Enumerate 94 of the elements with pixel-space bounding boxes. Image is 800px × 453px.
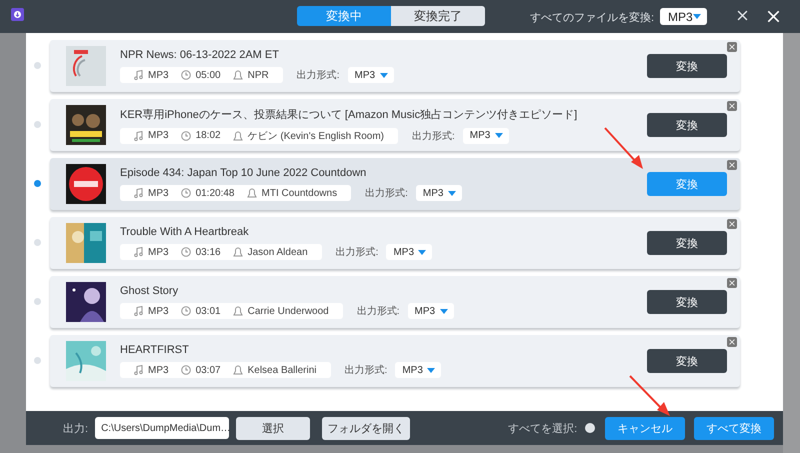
artist-text: ケビン (Kevin's English Room) — [248, 130, 384, 142]
remove-button[interactable] — [727, 160, 737, 170]
track-title: Trouble With A Heartbreak — [120, 226, 250, 238]
output-format-dropdown[interactable]: MP3 — [395, 362, 442, 378]
caret-icon — [494, 133, 503, 138]
convert-all-label: すべてのファイルを変換: — [530, 10, 654, 25]
duration-text: 03:07 — [196, 364, 221, 376]
close-icon — [729, 44, 735, 50]
caret-icon — [380, 72, 388, 78]
convert-button[interactable]: 変換 — [647, 54, 727, 78]
convert-button[interactable]: 変換 — [647, 290, 727, 314]
close-icon — [729, 221, 735, 227]
caret-icon — [418, 250, 426, 254]
remove-button[interactable] — [727, 101, 737, 111]
format-text: MP3 — [148, 130, 169, 141]
remove-button[interactable] — [727, 337, 737, 347]
convert-button[interactable]: 変換 — [647, 113, 727, 137]
output-path-field[interactable]: C:\Users\DumpMedia\Dum… — [95, 417, 230, 439]
remove-button[interactable] — [727, 278, 737, 288]
convert-button[interactable]: 変換 — [647, 231, 727, 255]
close-icon — [729, 339, 735, 345]
track-title: HEARTFIRST — [120, 344, 190, 356]
output-format-label: 出力形式: — [344, 364, 388, 377]
music-note-icon — [134, 365, 143, 375]
music-note-icon — [134, 188, 143, 198]
artist-text: MTI Countdowns — [262, 188, 338, 198]
person-icon — [232, 130, 243, 140]
format-text: MP3 — [148, 70, 169, 80]
music-note-icon — [134, 306, 143, 316]
output-format-label: 出力形式: — [412, 130, 455, 142]
convert-button[interactable]: 変換 — [647, 349, 727, 373]
caret-icon — [427, 368, 436, 372]
format-text: MP3 — [148, 364, 169, 376]
music-note-icon — [134, 130, 143, 140]
duration-text: 01:20:48 — [196, 188, 234, 198]
person-icon — [232, 306, 243, 316]
format-text: MP3 — [148, 306, 169, 316]
output-format-dropdown[interactable]: MP3 — [416, 185, 462, 201]
artist-text: Jason Aldean — [248, 246, 308, 258]
output-label: 出力: — [63, 422, 88, 436]
select-all-radio[interactable] — [585, 423, 596, 433]
select-all-label: すべてを選択: — [508, 422, 578, 436]
clock-icon — [180, 188, 191, 198]
duration-text: 05:00 — [196, 70, 221, 80]
close-icon — [737, 10, 748, 21]
annotation-arrow — [628, 374, 672, 418]
format-text: MP3 — [148, 246, 169, 258]
artist-text: NPR — [248, 70, 269, 80]
app-logo-icon — [11, 8, 24, 21]
output-format-dropdown[interactable]: MP3 — [462, 128, 509, 144]
format-dropdown[interactable]: MP3 — [660, 8, 707, 25]
annotation-arrow — [603, 126, 645, 171]
person-icon — [232, 247, 243, 257]
person-icon — [232, 365, 243, 375]
open-folder-button[interactable]: フォルダを開く — [322, 416, 410, 440]
close-icon — [729, 103, 735, 109]
close-button[interactable] — [765, 8, 782, 25]
track-title: Ghost Story — [120, 285, 180, 297]
clock-icon — [180, 70, 191, 80]
music-note-icon — [134, 247, 143, 257]
close-icon — [729, 162, 735, 168]
close-icon — [767, 10, 780, 23]
output-format-dropdown[interactable]: MP3 — [408, 303, 454, 319]
remove-button[interactable] — [727, 219, 737, 229]
artist-text: Carrie Underwood — [248, 306, 329, 316]
output-format-label: 出力形式: — [365, 186, 408, 200]
duration-text: 03:16 — [196, 246, 221, 258]
caret-icon — [440, 308, 448, 314]
artist-text: Kelsea Ballerini — [248, 364, 317, 376]
close-icon — [729, 280, 735, 286]
tab[interactable]: 変換完了 — [391, 6, 485, 26]
clock-icon — [180, 306, 191, 316]
remove-button[interactable] — [727, 42, 737, 52]
output-format-label: 出力形式: — [356, 304, 400, 318]
duration-text: 18:02 — [196, 130, 221, 141]
duration-text: 03:01 — [196, 306, 221, 316]
person-icon — [232, 70, 243, 80]
track-title: NPR News: 06-13-2022 2AM ET — [120, 49, 280, 61]
caret-icon — [448, 190, 456, 196]
format-text: MP3 — [148, 188, 169, 198]
choose-button[interactable]: 選択 — [236, 416, 310, 440]
person-icon — [246, 188, 256, 198]
output-format-label: 出力形式: — [336, 246, 378, 259]
clock-icon — [180, 247, 191, 257]
clock-icon — [180, 130, 191, 140]
output-format-dropdown[interactable]: MP3 — [386, 244, 432, 260]
clock-icon — [180, 365, 191, 375]
music-note-icon — [134, 70, 143, 80]
minimize-close-button[interactable] — [735, 8, 750, 23]
track-title: KER専用iPhoneのケース、投票結果について [Amazon Music独占コンテンツ付きエピソード] — [120, 108, 578, 122]
output-format-dropdown[interactable]: MP3 — [348, 67, 394, 83]
output-format-label: 出力形式: — [296, 68, 340, 82]
caret-icon — [693, 14, 701, 19]
track-title: Episode 434: Japan Top 10 June 2022 Countdown — [120, 167, 368, 179]
